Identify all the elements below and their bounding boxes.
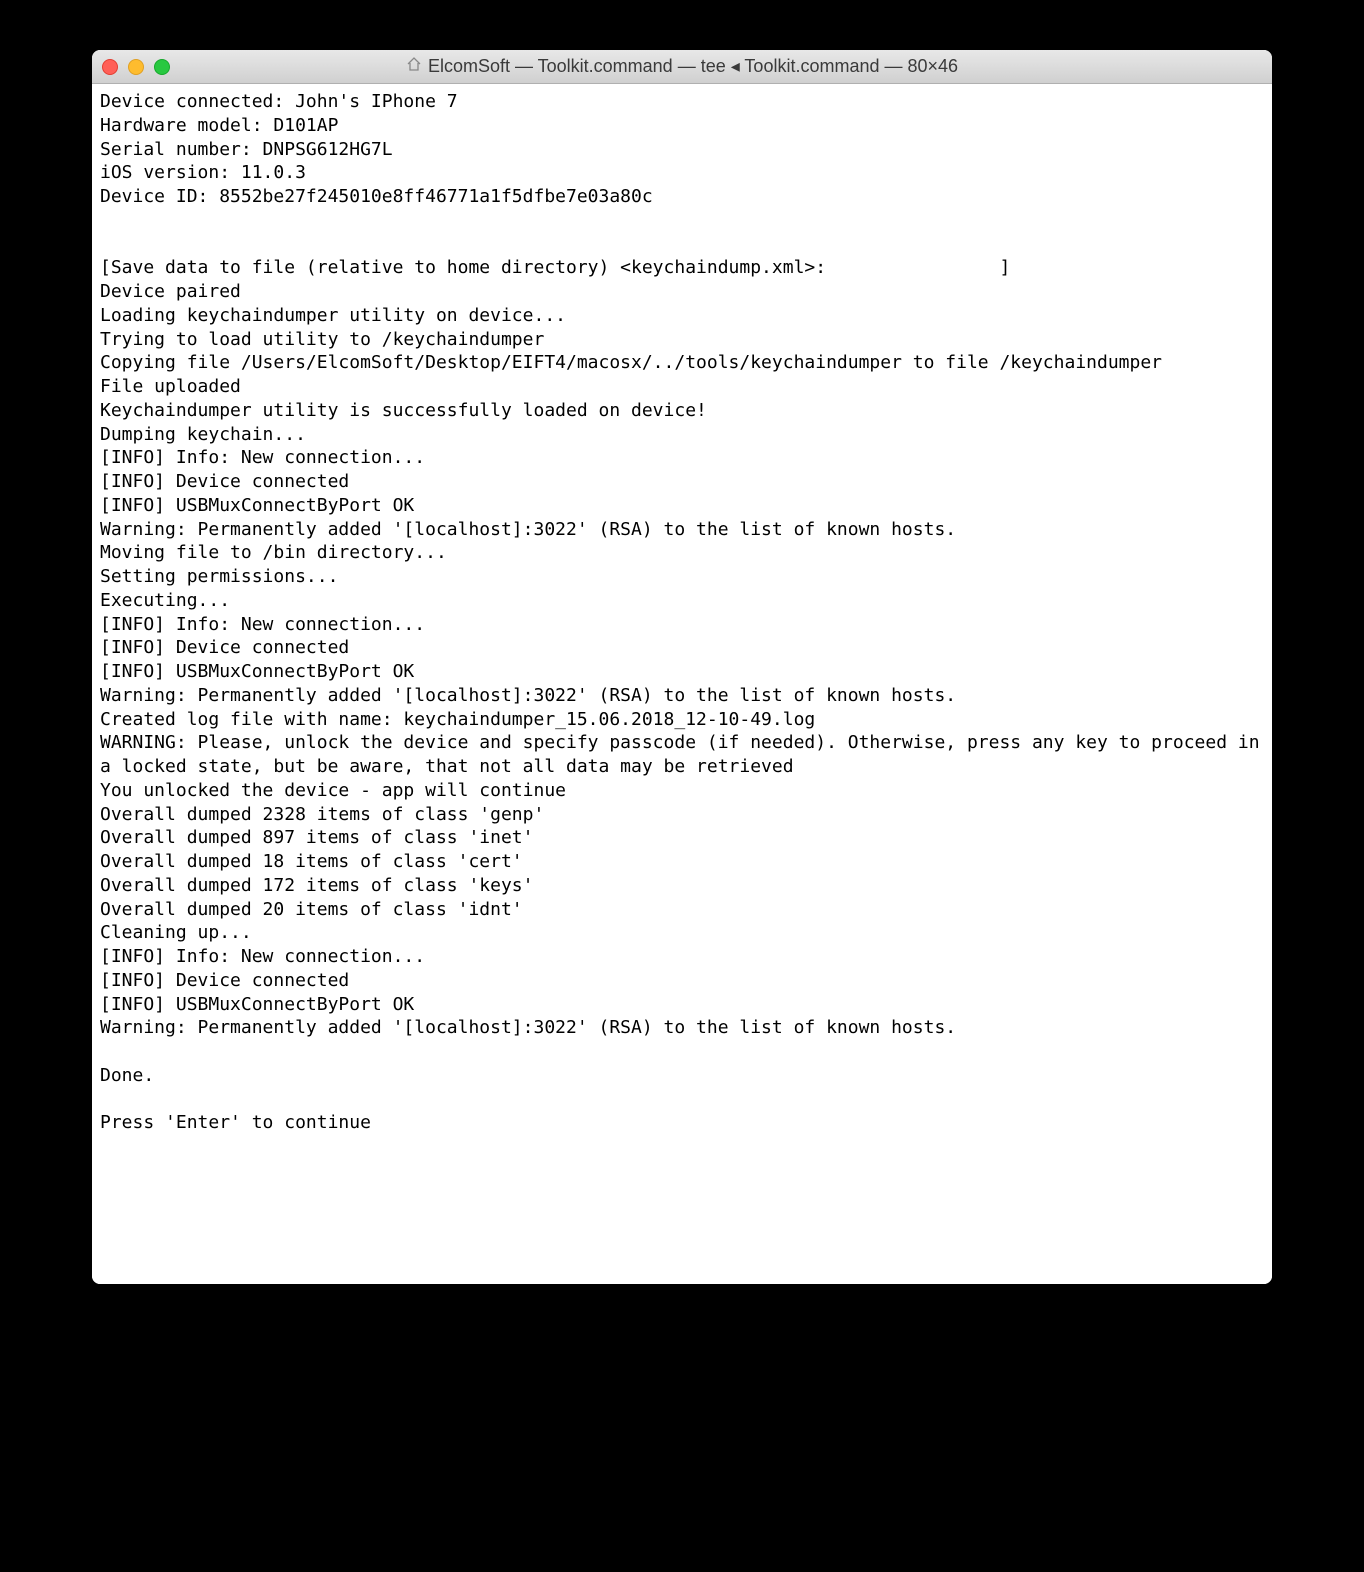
- minimize-button[interactable]: [128, 59, 144, 75]
- close-button[interactable]: [102, 59, 118, 75]
- terminal-window: ElcomSoft — Toolkit.command — tee ◂ Tool…: [92, 50, 1272, 1284]
- window-title: ElcomSoft — Toolkit.command — tee ◂ Tool…: [428, 56, 958, 77]
- maximize-button[interactable]: [154, 59, 170, 75]
- window-title-area: ElcomSoft — Toolkit.command — tee ◂ Tool…: [92, 56, 1272, 77]
- traffic-lights: [102, 59, 170, 75]
- home-icon: [406, 56, 422, 77]
- terminal-output[interactable]: Device connected: John's IPhone 7 Hardwa…: [92, 84, 1272, 1284]
- titlebar[interactable]: ElcomSoft — Toolkit.command — tee ◂ Tool…: [92, 50, 1272, 84]
